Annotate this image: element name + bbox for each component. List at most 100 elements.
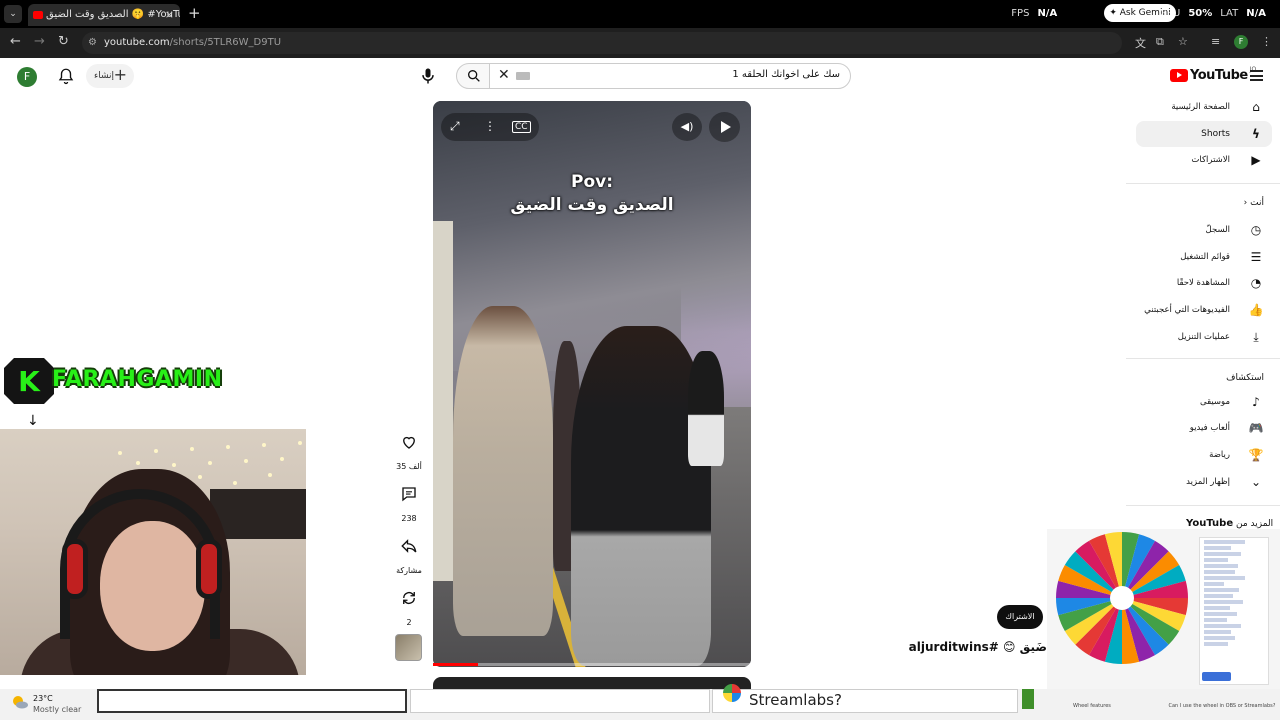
remix-button[interactable] — [398, 589, 420, 611]
sidebar-item-history[interactable]: السجلّ ◷ — [1136, 217, 1280, 243]
lat-value: N/A — [1246, 8, 1266, 19]
kick-logo-letter: K — [18, 365, 41, 398]
gpu-value: 50% — [1188, 8, 1213, 19]
weather-condition[interactable]: Mostly clear — [33, 705, 81, 714]
taskbar-window-preview[interactable] — [410, 689, 710, 713]
clear-search-icon[interactable]: ✕ — [498, 67, 510, 83]
sidebar-item-watch-later[interactable]: المشاهدة لاحقًا ◔ — [1136, 270, 1280, 296]
wheel-help-links[interactable]: Wheel features Can I use the wheel in OB… — [1045, 703, 1275, 709]
share-label: مشاركة — [396, 566, 422, 575]
reading-list-icon[interactable]: ≡ — [1211, 35, 1220, 48]
sidebar-heading-explore: استكشاف — [1226, 373, 1264, 383]
taskbar-app-icon[interactable] — [1022, 689, 1034, 709]
captions-icon[interactable]: CC — [512, 121, 531, 133]
fullscreen-icon[interactable]: ⤢ — [450, 119, 460, 134]
url-host: youtube.com — [104, 37, 170, 48]
streamlabs-window-title[interactable]: Streamlabs? — [749, 691, 842, 709]
arrow-down-icon: ↓ — [27, 413, 39, 429]
sidebar-item-liked-videos[interactable]: الفيديوهات التي أعجبتني 👍 — [1136, 297, 1280, 323]
clock-icon: ◔ — [1250, 276, 1262, 290]
keyboard-icon[interactable] — [516, 72, 530, 80]
sidebar-item-home[interactable]: الصفحة الرئيسية ⌂ — [1136, 94, 1280, 120]
wheel-spin-button[interactable] — [1202, 672, 1231, 681]
subscribe-button[interactable]: الاشتراك — [997, 605, 1043, 629]
forward-icon[interactable]: → — [34, 34, 45, 49]
share-button[interactable] — [398, 537, 420, 559]
youtube-play-logo-icon — [1170, 69, 1188, 82]
sidebar-item-show-more[interactable]: إظهار المزيد ⌄ — [1136, 469, 1280, 495]
youtube-logo[interactable]: YouTube JO — [1170, 66, 1256, 83]
sound-thumbnail[interactable] — [395, 634, 422, 661]
search-icon — [468, 70, 480, 82]
sidebar-heading-you[interactable]: أنت ‹ — [1244, 198, 1264, 208]
fps-label: FPS — [1011, 8, 1030, 19]
comment-icon — [402, 487, 416, 502]
sidebar-item-gaming[interactable]: ألعاب فيديو 🎮 — [1136, 415, 1280, 441]
voice-search-mic-icon[interactable] — [418, 65, 438, 87]
sidebar-divider — [1126, 358, 1280, 359]
browser-profile-avatar[interactable]: F — [1234, 35, 1248, 49]
like-count: 35 ألف — [396, 462, 422, 471]
search-button[interactable] — [456, 63, 490, 89]
sidebar-item-subscriptions[interactable]: الاشتراكات ▶ — [1136, 147, 1280, 173]
browser-tab-bar: ⌄ الصديق وقت الضيق 🤫 #YouTube × + ✦ Ask … — [0, 0, 1280, 28]
webcam-feed — [0, 429, 306, 675]
more-options-icon[interactable]: ⋮ — [484, 119, 496, 133]
subscriptions-icon: ▶ — [1251, 153, 1261, 167]
site-info-icon[interactable]: ⚙ — [88, 32, 97, 54]
translate-icon[interactable]: 文 — [1135, 35, 1146, 51]
notifications-bell-icon[interactable] — [57, 67, 75, 85]
short-title[interactable]: ضَيق 😊 #aljurditwins — [909, 640, 1047, 654]
browser-menu-icon[interactable]: ⋮ — [1261, 35, 1272, 48]
gamepad-icon: 🎮 — [1248, 421, 1264, 435]
streamer-channel-name: FARAHGAMIN — [52, 367, 223, 392]
search-query-text: سك على اخوانك الحلقه 1 — [732, 69, 840, 80]
reload-icon[interactable]: ↻ — [58, 34, 69, 49]
new-tab-button[interactable]: + — [188, 4, 201, 22]
thumbs-up-icon: 👍 — [1248, 303, 1264, 317]
heart-icon — [403, 436, 415, 449]
performance-overlay: FPS N/A GPU 50% LAT N/A — [1011, 8, 1266, 19]
like-button[interactable] — [398, 433, 420, 455]
comments-button[interactable] — [398, 485, 420, 507]
remix-count: 2 — [406, 618, 412, 627]
music-note-icon: ♪ — [1252, 395, 1260, 409]
next-short-preview[interactable] — [433, 677, 751, 689]
sidebar-item-playlists[interactable]: قوائم التشغيل ☰ — [1136, 244, 1280, 270]
tab-search-button[interactable]: ⌄ — [4, 5, 22, 23]
streamlabs-icon — [723, 684, 741, 702]
chevron-down-icon: ⌄ — [1250, 475, 1262, 489]
volume-icon[interactable]: ◀) — [672, 113, 702, 141]
tab-title: الصديق وقت الضيق 🤫 #YouTube — [46, 9, 180, 20]
install-app-icon[interactable]: ⧉ — [1156, 35, 1164, 49]
wheel-entries-list[interactable] — [1199, 537, 1269, 685]
weather-temperature[interactable]: 23°C — [33, 694, 53, 703]
video-progress-bar[interactable] — [433, 663, 751, 666]
spin-wheel-image[interactable] — [1055, 531, 1189, 665]
account-avatar[interactable]: F — [17, 67, 37, 87]
sidebar-item-music[interactable]: موسيقى ♪ — [1136, 389, 1280, 415]
kick-logo-icon: K — [4, 358, 54, 404]
sidebar-divider — [1126, 183, 1280, 184]
moon-cloud-weather-icon[interactable] — [12, 695, 28, 709]
play-button[interactable] — [709, 112, 740, 142]
url-path: /shorts/5TLR6W_D9TU — [169, 37, 282, 48]
guide-menu-icon[interactable] — [1250, 70, 1263, 81]
back-icon[interactable]: ← — [10, 34, 21, 49]
sidebar-item-shorts[interactable]: Shorts ϟ — [1136, 121, 1272, 147]
sidebar-item-sports[interactable]: رياضة 🏆 — [1136, 442, 1280, 468]
create-button[interactable]: إنشاء + — [86, 64, 134, 88]
plus-icon: + — [113, 65, 127, 84]
history-icon: ◷ — [1250, 223, 1262, 237]
tab-close-icon[interactable]: × — [165, 4, 174, 26]
share-arrow-icon — [401, 539, 417, 553]
bookmark-star-icon[interactable]: ☆ — [1178, 35, 1188, 48]
video-caption-overlay: Pov: الصديق وقت الضيق — [510, 172, 674, 215]
taskbar-window-preview[interactable] — [97, 689, 407, 713]
home-icon: ⌂ — [1252, 100, 1260, 114]
sidebar-item-downloads[interactable]: عمليات التنزيل ⤓ — [1136, 324, 1280, 350]
comment-count: 238 — [401, 514, 417, 523]
browser-tab[interactable]: الصديق وقت الضيق 🤫 #YouTube × — [28, 4, 180, 26]
progress-fill — [433, 663, 478, 666]
url-field[interactable]: ⚙ youtube.com/shorts/5TLR6W_D9TU — [82, 32, 1122, 54]
